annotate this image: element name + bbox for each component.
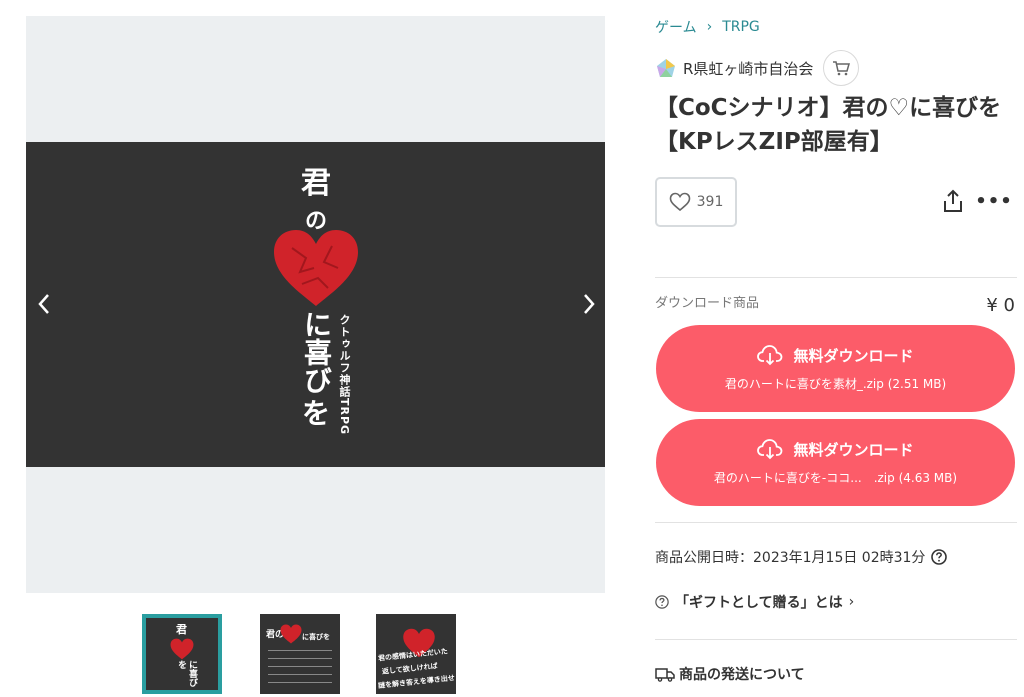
shop-cart-button[interactable] (823, 50, 860, 86)
thumbnail-1[interactable]: 君 に喜びを (142, 614, 222, 694)
publish-date-text: 商品公開日時：2023年1月15日 02時31分 (655, 550, 926, 566)
download-button-1-label: 無料ダウンロード (793, 346, 914, 365)
publish-date: 商品公開日時：2023年1月15日 02時31分 (655, 547, 948, 567)
gallery-next-button[interactable] (579, 290, 599, 318)
thumbnail-1-text-bottom: に喜びを (176, 660, 197, 687)
price: ¥ 0 (986, 295, 1015, 316)
chevron-left-icon (38, 294, 49, 314)
cloud-download-icon (757, 345, 783, 366)
shipping-info-text: 商品の発送について (679, 667, 805, 683)
thumbnail-1-heart-icon (170, 638, 194, 660)
product-title: 【CoCシナリオ】君の♡に喜びを【KPレスZIP部屋有】 (655, 95, 1002, 155)
thumbnail-2-text-line (268, 682, 332, 683)
gallery-prev-button[interactable] (34, 290, 54, 318)
thumbnail-2-heart-icon (280, 624, 302, 644)
product-gallery: 君 の に喜び を クトゥルフ神話TRPG (26, 16, 605, 593)
divider (655, 277, 1017, 278)
help-circle-icon[interactable] (931, 549, 948, 565)
breadcrumb-separator-icon: › (706, 19, 713, 35)
like-button[interactable]: 391 (655, 177, 737, 227)
thumbnail-2-text-line (268, 650, 332, 651)
thumbnail-2-text-line (268, 658, 332, 659)
shop-name[interactable]: R県虹ヶ崎市自治会 (683, 58, 813, 79)
download-label: ダウンロード商品 (655, 296, 760, 311)
breadcrumb: ゲーム › TRPG (655, 17, 760, 37)
shipping-info-heading[interactable]: 商品の発送について (655, 664, 805, 684)
shop-logo-icon[interactable] (655, 57, 677, 79)
thumbnail-2[interactable]: 君の に喜びを (260, 614, 340, 694)
download-button-2-file: 君のハートに喜びを-ココ... .zip (4.63 MB) (713, 471, 958, 485)
cover-subtitle: クトゥルフ神話TRPG (338, 314, 351, 436)
more-options-button[interactable]: ••• (975, 186, 1012, 216)
like-count: 391 (696, 194, 724, 210)
share-button[interactable] (939, 186, 967, 216)
thumbnail-1-text-top: 君 (176, 623, 187, 636)
thumbnail-2-text-line (268, 674, 332, 675)
download-button-1-file: 君のハートに喜びを素材_.zip (2.51 MB) (724, 377, 947, 391)
free-download-button-2[interactable]: 無料ダウンロード 君のハートに喜びを-ココ... .zip (4.63 MB) (656, 419, 1015, 506)
thumbnail-3[interactable]: 君の感情はいただいた 返して欲しければ 謎を解き答えを導き出せ (376, 614, 456, 694)
chevron-right-icon: › (848, 594, 855, 610)
thumbnail-2-subtitle: に喜びを (302, 633, 330, 641)
cover-heart-icon (274, 230, 358, 306)
download-button-2-label: 無料ダウンロード (793, 440, 914, 459)
cart-icon (833, 61, 851, 76)
divider (655, 522, 1017, 523)
shop-info: R県虹ヶ崎市自治会 (655, 50, 860, 86)
breadcrumb-category[interactable]: ゲーム (655, 17, 697, 37)
main-product-image[interactable]: 君 の に喜び を クトゥルフ神話TRPG (26, 142, 605, 467)
heart-outline-icon (669, 192, 690, 212)
gift-info-link[interactable]: 「ギフトとして贈る」とは › (655, 592, 854, 612)
thumbnail-3-text-1: 君の感情はいただいた (377, 647, 449, 663)
gift-info-text: 「ギフトとして贈る」とは (675, 595, 843, 611)
cover-title-line1: 君 (301, 166, 331, 201)
question-circle-icon (655, 595, 669, 609)
chevron-right-icon (584, 294, 595, 314)
breadcrumb-subcategory[interactable]: TRPG (722, 19, 760, 35)
share-icon (944, 189, 962, 212)
thumbnail-2-text-line (268, 666, 332, 667)
truck-icon (655, 668, 675, 682)
cover-title-line3: に喜び (300, 310, 333, 394)
free-download-button-1[interactable]: 無料ダウンロード 君のハートに喜びを素材_.zip (2.51 MB) (656, 325, 1015, 412)
divider (655, 639, 1017, 640)
cloud-download-icon (757, 439, 783, 460)
